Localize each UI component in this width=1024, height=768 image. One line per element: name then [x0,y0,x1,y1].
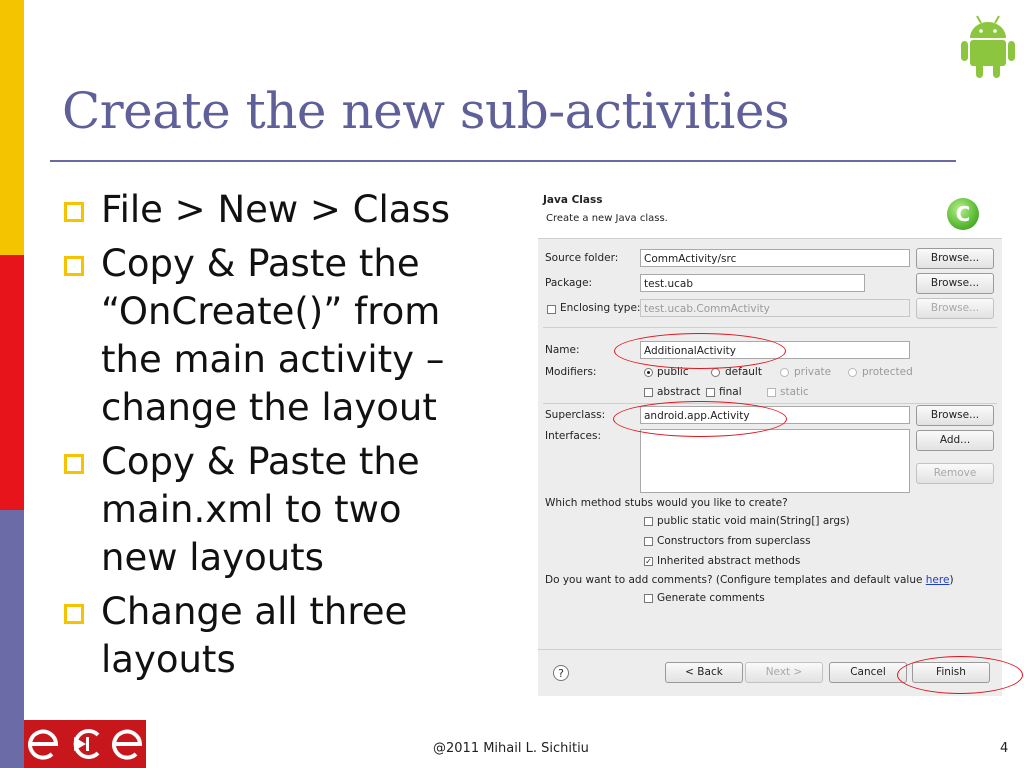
inherited-methods-label: Inherited abstract methods [657,555,801,567]
java-class-wizard-icon: C [947,198,979,230]
android-logo-icon [961,15,1015,78]
dialog-header: Java Class Create a new Java class. C [538,186,1002,239]
generate-comments-checkbox[interactable] [644,594,653,603]
source-folder-browse-button[interactable]: Browse... [916,248,994,269]
method-stubs-question: Which method stubs would you like to cre… [545,497,788,509]
constructors-label: Constructors from superclass [657,535,811,547]
class-name-field[interactable]: AdditionalActivity [640,341,910,359]
main-method-checkbox[interactable] [644,517,653,526]
public-radio[interactable] [644,368,653,377]
static-label: static [780,386,809,398]
inherited-methods-checkbox[interactable]: ✓ [644,557,653,566]
separator [543,403,997,404]
package-label: Package: [545,277,593,289]
public-label: public [657,366,689,378]
bullet-square-icon [64,454,84,474]
abstract-label: abstract [657,386,701,398]
remove-interface-button[interactable]: Remove [916,463,994,484]
comments-question-text: Do you want to add comments? (Configure … [545,574,926,586]
final-label: final [719,386,742,398]
bullet-square-icon [64,202,84,222]
protected-label: protected [862,366,913,378]
superclass-browse-button[interactable]: Browse... [916,405,994,426]
dialog-subtitle: Create a new Java class. [546,213,668,224]
accent-strip-red [0,255,24,510]
interfaces-list[interactable] [640,429,910,493]
bullet-item: Copy & Paste the “OnCreate()” from the m… [62,240,502,432]
bullet-text: Change all three layouts [101,590,408,681]
main-method-label: public static void main(String[] args) [657,515,850,527]
bullet-text: File > New > Class [101,188,451,231]
next-button[interactable]: Next > [745,662,823,683]
package-browse-button[interactable]: Browse... [916,273,994,294]
comments-question-suffix: ) [949,574,954,586]
configure-templates-link[interactable]: here [926,574,950,586]
bullet-text: Copy & Paste the “OnCreate()” from the m… [101,242,445,429]
bullet-item: File > New > Class [62,186,502,234]
add-interface-button[interactable]: Add... [916,430,994,451]
bullet-text: Copy & Paste the main.xml to two new lay… [101,440,420,579]
default-radio[interactable] [711,368,720,377]
private-label: private [794,366,832,378]
enclosing-type-browse-button[interactable]: Browse... [916,298,994,319]
cancel-button[interactable]: Cancel [829,662,907,683]
ece-logo-icon [24,720,146,768]
bullet-square-icon [64,256,84,276]
superclass-field[interactable]: android.app.Activity [640,406,910,424]
slide-title: Create the new sub-activities [62,82,790,140]
comments-question: Do you want to add comments? (Configure … [545,574,954,586]
source-folder-label: Source folder: [545,252,619,264]
accent-strip-purple [0,510,24,768]
protected-radio[interactable] [848,368,857,377]
dialog-title: Java Class [543,194,603,206]
title-divider [50,160,956,162]
modifiers-label: Modifiers: [545,366,597,378]
page-number: 4 [1000,741,1009,756]
separator [543,327,997,328]
abstract-checkbox[interactable] [644,388,653,397]
help-icon[interactable]: ? [553,665,569,681]
new-java-class-dialog: Java Class Create a new Java class. C So… [538,186,1002,696]
accent-strip-yellow [0,0,24,255]
enclosing-type-field[interactable]: test.ucab.CommActivity [640,299,910,317]
constructors-checkbox[interactable] [644,537,653,546]
bullet-item: Copy & Paste the main.xml to two new lay… [62,438,502,582]
bullet-item: Change all three layouts [62,588,502,684]
final-checkbox[interactable] [706,388,715,397]
back-button[interactable]: < Back [665,662,743,683]
generate-comments-label: Generate comments [657,592,765,604]
static-checkbox[interactable] [767,388,776,397]
name-label: Name: [545,344,580,356]
enclosing-type-checkbox[interactable] [547,305,556,314]
default-label: default [725,366,762,378]
private-radio[interactable] [780,368,789,377]
bullet-square-icon [64,604,84,624]
bullet-list: File > New > Class Copy & Paste the “OnC… [62,186,502,690]
enclosing-type-label: Enclosing type: [560,302,641,314]
finish-button[interactable]: Finish [912,662,990,683]
separator [538,649,1002,650]
footer-copyright: @2011 Mihail L. Sichitiu [433,741,589,756]
package-field[interactable]: test.ucab [640,274,865,292]
interfaces-label: Interfaces: [545,430,602,442]
superclass-label: Superclass: [545,409,606,421]
source-folder-field[interactable]: CommActivity/src [640,249,910,267]
